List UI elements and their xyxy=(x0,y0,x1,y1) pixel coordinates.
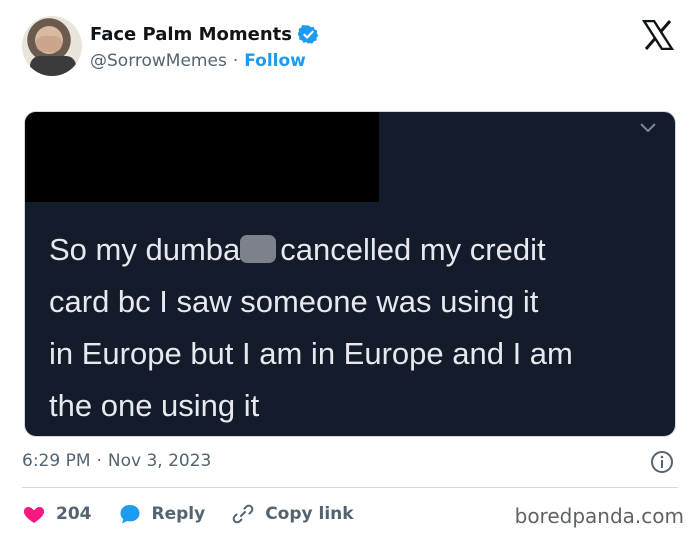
copy-link-label: Copy link xyxy=(265,504,354,524)
chevron-down-icon xyxy=(640,123,656,133)
media-text-line: card bc I saw someone was using it xyxy=(49,284,539,319)
handle-row: @SorrowMemes · Follow xyxy=(90,51,306,71)
avatar-figure xyxy=(30,56,76,76)
avatar-hand xyxy=(36,36,62,52)
copy-link-button[interactable]: Copy link xyxy=(231,502,354,526)
heart-icon xyxy=(23,507,45,523)
media-text-line: the one using it xyxy=(49,388,260,423)
media-text: So my dumba cancelled my credit card bc I… xyxy=(49,224,659,432)
verified-badge-icon xyxy=(297,24,319,44)
separator-dot: · xyxy=(232,51,239,71)
x-logo-icon[interactable] xyxy=(642,20,674,50)
timestamp-separator: · xyxy=(96,451,102,471)
info-icon[interactable] xyxy=(650,450,674,474)
watermark: boredpanda.com xyxy=(514,504,684,528)
reply-button[interactable]: Reply xyxy=(118,502,206,526)
avatar[interactable] xyxy=(22,16,82,76)
action-bar: 204 Reply Copy link xyxy=(22,500,380,528)
handle[interactable]: @SorrowMemes xyxy=(90,51,227,71)
like-count: 204 xyxy=(56,504,92,524)
post-date: Nov 3, 2023 xyxy=(107,451,212,471)
name-row: Face Palm Moments xyxy=(90,24,319,45)
divider xyxy=(22,487,678,488)
reply-label: Reply xyxy=(151,504,206,524)
tweet-header: Face Palm Moments @SorrowMemes · Follow xyxy=(22,14,682,84)
link-icon xyxy=(232,504,254,524)
reply-bubble-icon xyxy=(120,505,139,524)
media-text-line: in Europe but I am in Europe and I am xyxy=(49,336,573,371)
blurred-word xyxy=(240,235,277,263)
redacted-area xyxy=(25,112,379,202)
media-text-line: So my dumba cancelled my credit xyxy=(49,232,546,267)
post-time: 6:29 PM xyxy=(22,451,91,471)
tweet-media-image[interactable]: So my dumba cancelled my credit card bc I… xyxy=(24,111,676,437)
timestamp[interactable]: 6:29 PM · Nov 3, 2023 xyxy=(22,451,211,471)
like-button[interactable]: 204 xyxy=(22,502,92,526)
display-name[interactable]: Face Palm Moments xyxy=(90,24,292,45)
follow-button[interactable]: Follow xyxy=(244,51,306,71)
